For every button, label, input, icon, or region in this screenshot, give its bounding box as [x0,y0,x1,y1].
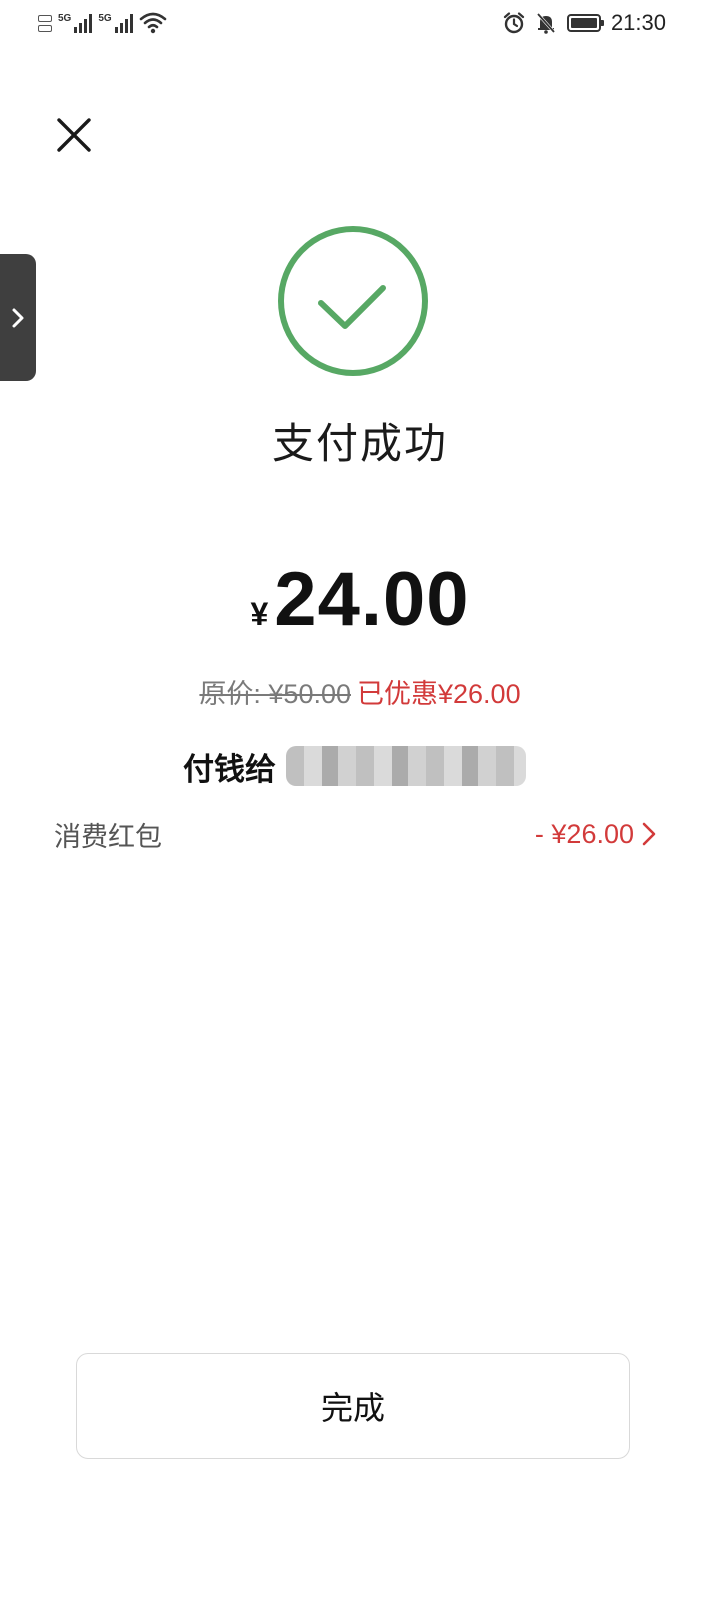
close-button[interactable] [54,115,94,155]
discount-amount: 已优惠¥26.00 [357,679,521,709]
side-expand-tab[interactable] [0,254,36,381]
payee-line: 付钱给 [183,744,526,788]
red-packet-row[interactable]: 消费红包 - ¥26.00 [54,808,656,860]
status-bar: 5G 5G 21:30 [0,0,720,48]
amount-value: 24.00 [274,557,470,642]
payment-success-title: 支付成功 [271,419,448,468]
red-packet-value: - ¥26.00 [534,818,634,849]
signal-icon: 5G [58,13,93,33]
battery-icon [566,14,604,32]
wifi-icon [139,12,166,34]
chevron-right-icon [12,308,24,327]
status-bar-right: 21:30 [503,10,666,36]
network-type-label: 5G [58,13,72,24]
payee-name-redacted [286,746,526,786]
chevron-right-icon [642,822,656,846]
original-price: 原价: ¥50.00 [199,679,351,709]
status-time: 21:30 [610,10,666,35]
check-circle-icon [278,226,428,376]
done-button[interactable]: 完成 [76,1353,630,1459]
red-packet-label: 消费红包 [54,821,162,853]
price-summary: 原价: ¥50.00 已优惠¥26.00 [0,672,720,711]
payee-label: 付钱给 [183,751,276,788]
sim-icon [38,14,52,32]
close-icon [57,118,91,152]
status-bar-left: 5G 5G [38,12,167,34]
red-packet-value-group: - ¥26.00 [535,819,656,850]
signal-icon-2: 5G [98,13,133,33]
mute-icon [536,13,556,34]
alarm-icon [503,12,525,34]
payment-amount: ¥24.00 [0,556,720,643]
network-type-label-2: 5G [98,13,112,24]
currency-symbol: ¥ [250,596,269,632]
